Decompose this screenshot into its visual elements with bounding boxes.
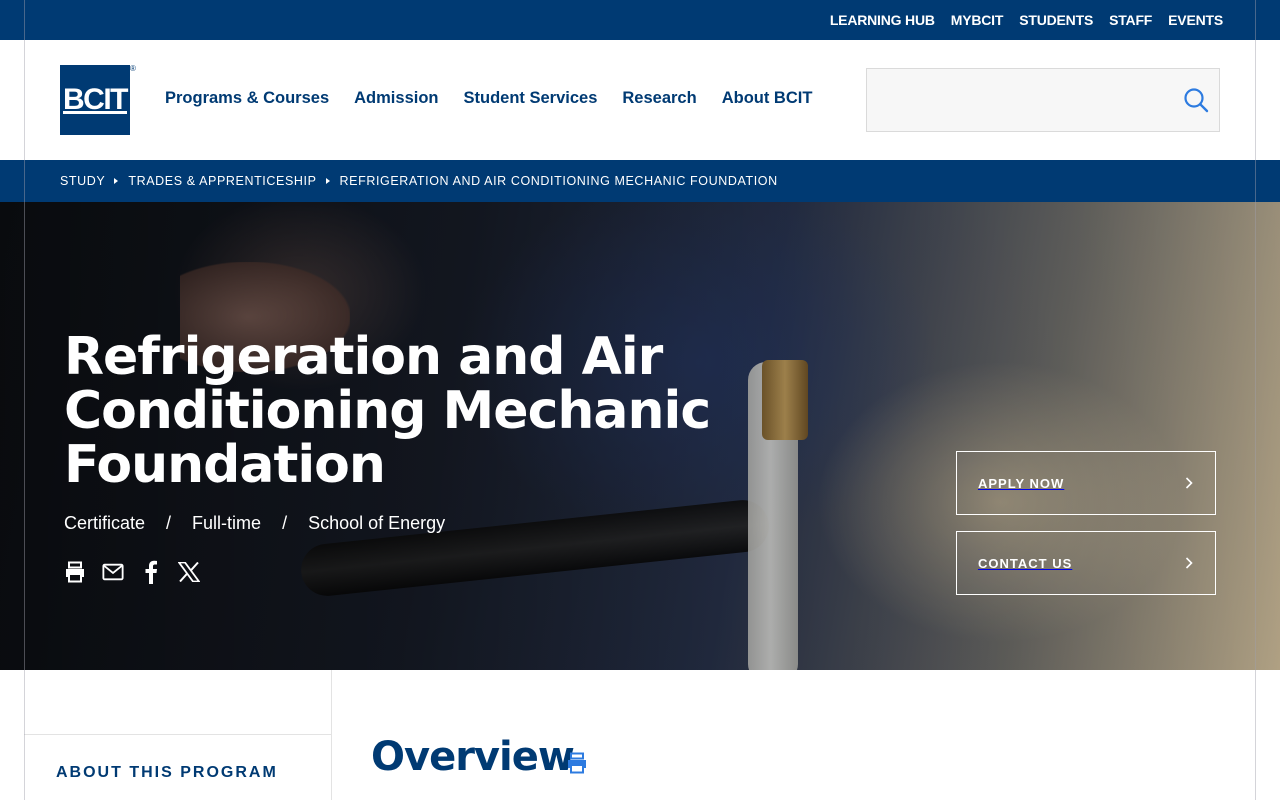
x-icon (178, 562, 200, 582)
breadcrumb-separator-icon (114, 178, 119, 184)
facebook-share-button[interactable] (140, 560, 162, 584)
print-icon (66, 561, 84, 583)
program-hero: Refrigeration and Air Conditioning Mecha… (0, 202, 1280, 670)
site-header: BCIT ® Programs & Courses Admission Stud… (0, 40, 1280, 160)
nav-programs-courses[interactable]: Programs & Courses (165, 89, 329, 108)
email-icon (102, 563, 124, 581)
program-meta: Certificate / Full-time / School of Ener… (64, 513, 445, 534)
sidebar-divider (331, 670, 332, 800)
email-share-button[interactable] (102, 560, 124, 584)
bcit-logo[interactable]: BCIT (60, 65, 130, 135)
contact-us-label: CONTACT US (978, 555, 1073, 571)
breadcrumb-study[interactable]: STUDY (60, 174, 105, 188)
search-input[interactable] (867, 69, 1167, 131)
contact-us-button[interactable]: CONTACT US (956, 531, 1216, 595)
x-share-button[interactable] (178, 560, 200, 584)
nav-student-services[interactable]: Student Services (464, 89, 598, 108)
program-study-mode: Full-time (192, 513, 262, 533)
overview-print-button[interactable] (565, 751, 589, 775)
breadcrumb: STUDY TRADES & APPRENTICESHIP REFRIGERAT… (0, 160, 1280, 202)
search-icon (1184, 88, 1209, 113)
print-button[interactable] (64, 560, 86, 584)
print-icon (568, 752, 586, 774)
share-toolbar (64, 560, 200, 584)
nav-about-bcit[interactable]: About BCIT (722, 89, 813, 108)
chevron-right-icon (1185, 557, 1193, 569)
search-button[interactable] (1179, 83, 1213, 117)
nav-research[interactable]: Research (622, 89, 696, 108)
search-box (866, 68, 1220, 132)
program-title: Refrigeration and Air Conditioning Mecha… (64, 330, 784, 492)
utility-link-learning-hub[interactable]: LEARNING HUB (830, 12, 935, 28)
program-credential: Certificate (64, 513, 146, 533)
chevron-right-icon (1185, 477, 1193, 489)
logo-registered-mark: ® (130, 64, 136, 73)
meta-separator: / (166, 513, 172, 533)
program-title-line: Foundation (64, 435, 386, 495)
apply-now-label: APPLY NOW (978, 475, 1065, 491)
utility-link-students[interactable]: STUDENTS (1019, 12, 1093, 28)
program-school: School of Energy (308, 513, 446, 533)
utility-link-mybcit[interactable]: MYBCIT (951, 12, 1004, 28)
utility-nav: LEARNING HUB MYBCIT STUDENTS STAFF EVENT… (830, 0, 1223, 40)
breadcrumb-current-program[interactable]: REFRIGERATION AND AIR CONDITIONING MECHA… (340, 174, 778, 188)
main-nav: Programs & Courses Admission Student Ser… (165, 40, 812, 156)
utility-link-staff[interactable]: STAFF (1109, 12, 1152, 28)
utility-bar: LEARNING HUB MYBCIT STUDENTS STAFF EVENT… (0, 0, 1280, 40)
facebook-icon (145, 560, 157, 584)
program-title-line: Refrigeration and Air (64, 327, 663, 387)
breadcrumb-separator-icon (325, 178, 330, 184)
program-title-line: Conditioning Mechanic (64, 381, 711, 441)
meta-separator: / (282, 513, 288, 533)
sidebar-heading: ABOUT THIS PROGRAM (56, 764, 278, 781)
sidebar-separator (24, 734, 331, 735)
nav-admission[interactable]: Admission (354, 89, 438, 108)
apply-now-button[interactable]: APPLY NOW (956, 451, 1216, 515)
overview-heading: Overview (371, 734, 575, 780)
breadcrumb-trades-apprenticeship[interactable]: TRADES & APPRENTICESHIP (128, 174, 316, 188)
utility-link-events[interactable]: EVENTS (1168, 12, 1223, 28)
